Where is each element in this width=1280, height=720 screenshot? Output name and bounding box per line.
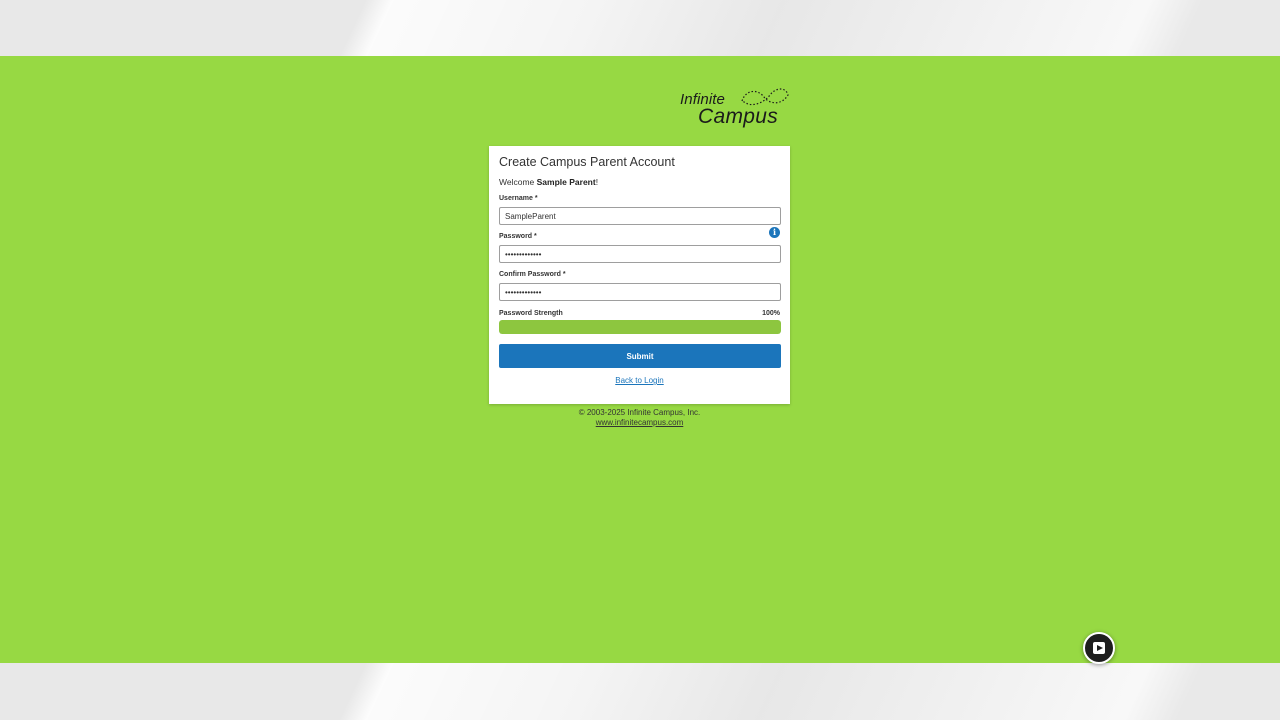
- website-link[interactable]: www.infinitecampus.com: [596, 418, 684, 427]
- outer-frame-bottom: [0, 663, 1280, 720]
- confirm-password-label: Confirm Password *: [499, 271, 780, 281]
- confirm-password-input[interactable]: [499, 283, 781, 301]
- app-switch-button[interactable]: [1083, 632, 1115, 664]
- page-footer: © 2003-2025 Infinite Campus, Inc. www.in…: [489, 408, 790, 428]
- username-label: Username *: [499, 195, 780, 205]
- back-to-login-link[interactable]: Back to Login: [499, 376, 780, 385]
- app-switch-icon: [1093, 642, 1105, 654]
- password-strength-bar: [499, 320, 781, 334]
- password-label-text: Password: [499, 233, 533, 240]
- password-strength-percent: 100%: [762, 310, 780, 317]
- outer-frame-top: [0, 0, 1280, 56]
- username-label-text: Username: [499, 195, 533, 202]
- welcome-name: Sample Parent: [536, 177, 596, 187]
- welcome-suffix: !: [595, 177, 599, 187]
- confirm-password-label-text: Confirm Password: [499, 271, 561, 278]
- password-strength-row: Password Strength 100%: [499, 309, 780, 319]
- required-mark: *: [562, 271, 566, 278]
- password-input[interactable]: [499, 245, 781, 263]
- password-group: Password * i: [499, 227, 781, 263]
- create-account-card: Create Campus Parent Account Welcome Sam…: [489, 146, 790, 404]
- required-mark: *: [534, 195, 538, 202]
- copyright-text: © 2003-2025 Infinite Campus, Inc.: [578, 408, 701, 417]
- card-title: Create Campus Parent Account: [499, 155, 675, 169]
- password-strength-label: Password Strength: [499, 310, 563, 317]
- welcome-message: Welcome Sample Parent!: [499, 177, 780, 191]
- infinity-swoosh-icon: [741, 88, 789, 106]
- required-mark: *: [534, 233, 537, 240]
- username-input[interactable]: [499, 207, 781, 225]
- infinite-campus-logo: Infinite Campus: [680, 83, 792, 129]
- confirm-password-group: Confirm Password *: [499, 271, 781, 301]
- password-strength-fill: [499, 320, 781, 334]
- welcome-prefix: Welcome: [499, 177, 537, 187]
- username-group: Username *: [499, 195, 781, 225]
- info-icon[interactable]: i: [769, 227, 780, 238]
- submit-button[interactable]: Submit: [499, 344, 781, 368]
- login-background: Infinite Campus Create Campus Parent Acc…: [0, 56, 1280, 663]
- password-label: Password * i: [499, 227, 780, 243]
